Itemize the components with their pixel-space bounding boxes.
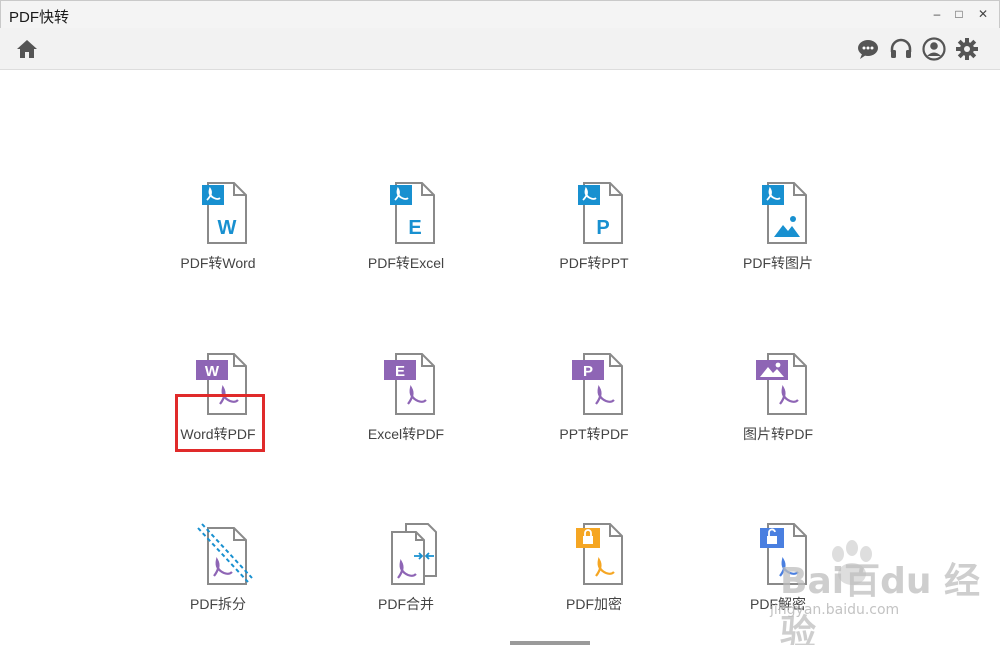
svg-text:P: P (583, 363, 593, 380)
svg-text:E: E (408, 217, 421, 239)
merge-icon (391, 523, 437, 585)
tile-label: Excel转PDF (367, 426, 445, 442)
tile-label: PDF转Word (180, 255, 256, 271)
headphones-icon[interactable] (888, 36, 914, 62)
tile-label: PDF转PPT (559, 255, 629, 271)
tile-label: PPT转PDF (559, 426, 629, 442)
tile-pdf-to-ppt[interactable]: P PDF转PPT (524, 181, 664, 291)
tile-label: 图片转PDF (743, 426, 813, 442)
tile-pdf-split[interactable]: PDF拆分 (148, 522, 288, 632)
watermark-url: jingyan.baidu.com (770, 602, 900, 618)
tile-pdf-to-image[interactable]: PDF转图片 (708, 181, 848, 291)
title-bar: PDF快转 – □ ✕ (0, 0, 1000, 28)
maximize-button[interactable]: □ (949, 5, 969, 23)
tile-pdf-merge[interactable]: PDF合并 (336, 522, 476, 632)
svg-text:W: W (218, 217, 237, 239)
app-title: PDF快转 (9, 9, 70, 26)
watermark-text: Bai百du 经验 (780, 561, 981, 645)
minimize-button[interactable]: – (927, 5, 947, 23)
svg-text:E: E (395, 363, 405, 380)
ppt-to-pdf-icon: P (572, 353, 623, 415)
tile-label: PDF合并 (378, 596, 434, 612)
svg-text:W: W (205, 363, 220, 380)
close-button[interactable]: ✕ (973, 5, 993, 23)
home-icon[interactable] (14, 36, 40, 62)
baidu-watermark: Bai百du 经验 jingyan.baidu.com (762, 540, 992, 645)
tile-ppt-to-pdf[interactable]: P PPT转PDF (524, 352, 664, 462)
tile-pdf-encrypt[interactable]: PDF加密 (524, 522, 664, 632)
tile-image-to-pdf[interactable]: 图片转PDF (708, 352, 848, 462)
tile-pdf-to-word[interactable]: W PDF转Word (148, 181, 288, 291)
chat-icon[interactable] (855, 36, 881, 62)
bottom-scroll-handle[interactable] (510, 641, 590, 645)
highlight-box (175, 394, 265, 452)
tile-pdf-to-excel[interactable]: E PDF转Excel (336, 181, 476, 291)
pdf-to-ppt-icon: P (578, 182, 623, 244)
tile-label: PDF转图片 (743, 255, 813, 271)
svg-text:P: P (596, 217, 609, 239)
tile-excel-to-pdf[interactable]: E Excel转PDF (336, 352, 476, 462)
tile-label: PDF加密 (566, 596, 622, 612)
settings-icon[interactable] (954, 36, 980, 62)
tile-label: PDF拆分 (190, 596, 246, 612)
lock-icon (576, 523, 623, 585)
pdf-to-image-icon (762, 182, 807, 244)
pdf-to-word-icon: W (202, 182, 247, 244)
account-icon[interactable] (921, 36, 947, 62)
pdf-to-excel-icon: E (390, 182, 435, 244)
image-to-pdf-icon (756, 353, 807, 415)
split-icon (197, 523, 253, 585)
toolbar (0, 28, 1000, 70)
tile-label: PDF转Excel (367, 255, 445, 271)
excel-to-pdf-icon: E (384, 353, 435, 415)
